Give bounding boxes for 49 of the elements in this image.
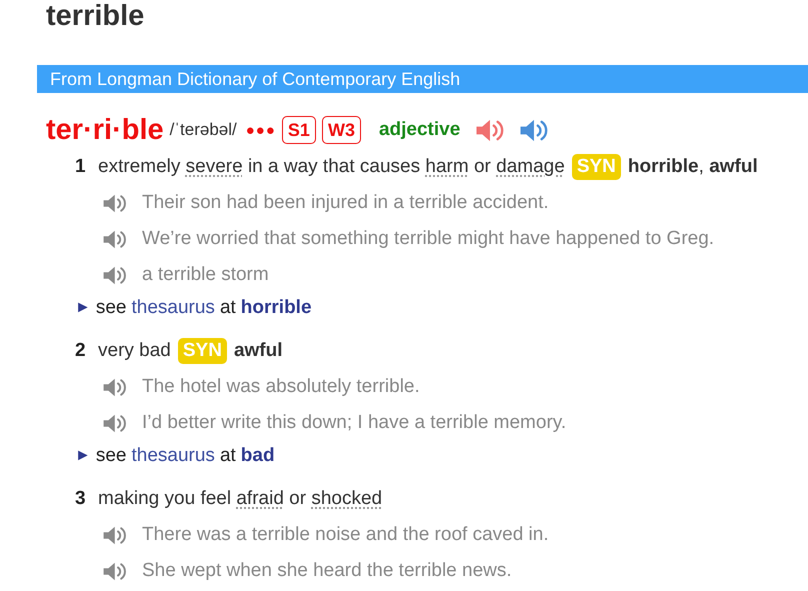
- speaker-icon[interactable]: [474, 118, 504, 142]
- example-sentence: a terrible storm: [142, 264, 269, 286]
- headword: ter·ri·ble: [46, 114, 164, 146]
- part-of-speech: adjective: [378, 119, 460, 141]
- example-sentence: There was a terrible noise and the roof caved in.: [142, 524, 549, 546]
- cross-reference-link[interactable]: damage: [496, 156, 565, 177]
- speaker-icon[interactable]: [518, 118, 548, 142]
- example-sentence: Their son had been injured in a terrible accident.: [142, 192, 549, 214]
- cross-reference-link[interactable]: afraid: [236, 488, 284, 509]
- see-text: see: [96, 297, 126, 319]
- cross-reference-link[interactable]: harm: [425, 156, 469, 177]
- thesaurus-link[interactable]: thesaurus: [131, 445, 215, 467]
- frequency-badge: S1: [282, 116, 316, 144]
- cross-reference-link[interactable]: shocked: [311, 488, 382, 509]
- speaker-icon[interactable]: [102, 228, 126, 250]
- speaker-icon[interactable]: [102, 412, 126, 434]
- frequency-dots: ●●●: [246, 122, 276, 138]
- pronunciation: /ˈterəbəl/: [170, 120, 237, 140]
- definition: very bad: [98, 340, 171, 362]
- example-sentence: The hotel was absolutely terrible.: [142, 376, 420, 398]
- frequency-badge: W3: [322, 116, 361, 144]
- example-sentence: I’d better write this down; I have a terrible memory.: [142, 412, 566, 434]
- thesaurus-entry-link[interactable]: horrible: [240, 297, 312, 319]
- sense-number: 1: [75, 156, 87, 178]
- speaker-icon[interactable]: [102, 524, 126, 546]
- at-text: at: [220, 445, 236, 467]
- thesaurus-link[interactable]: thesaurus: [131, 297, 215, 319]
- example-sentence: She wept when she heard the terrible news.: [142, 560, 512, 582]
- triangle-icon: ►: [75, 299, 91, 317]
- speaker-icon[interactable]: [102, 560, 126, 582]
- definition: extremely severe in a way that causes harm or damage: [98, 156, 565, 178]
- at-text: at: [220, 297, 236, 319]
- page-title: terrible: [45, 0, 146, 32]
- speaker-icon[interactable]: [102, 192, 126, 214]
- cross-reference-link[interactable]: severe: [186, 156, 243, 177]
- source-bar: From Longman Dictionary of Contemporary English: [37, 65, 808, 93]
- sense-number: 2: [75, 340, 87, 362]
- definition: making you feel afraid or shocked: [98, 488, 382, 510]
- example-sentence: We’re worried that something terrible might have happened to Greg.: [142, 228, 714, 250]
- see-text: see: [96, 445, 126, 467]
- synonym-label: SYN: [178, 338, 227, 364]
- speaker-icon[interactable]: [102, 264, 126, 286]
- speaker-icon[interactable]: [102, 376, 126, 398]
- triangle-icon: ►: [75, 447, 91, 465]
- synonyms: horrible, awful: [628, 156, 758, 178]
- thesaurus-entry-link[interactable]: bad: [240, 445, 275, 467]
- synonym-label: SYN: [572, 154, 621, 180]
- sense-number: 3: [75, 488, 87, 510]
- synonyms: awful: [234, 340, 283, 362]
